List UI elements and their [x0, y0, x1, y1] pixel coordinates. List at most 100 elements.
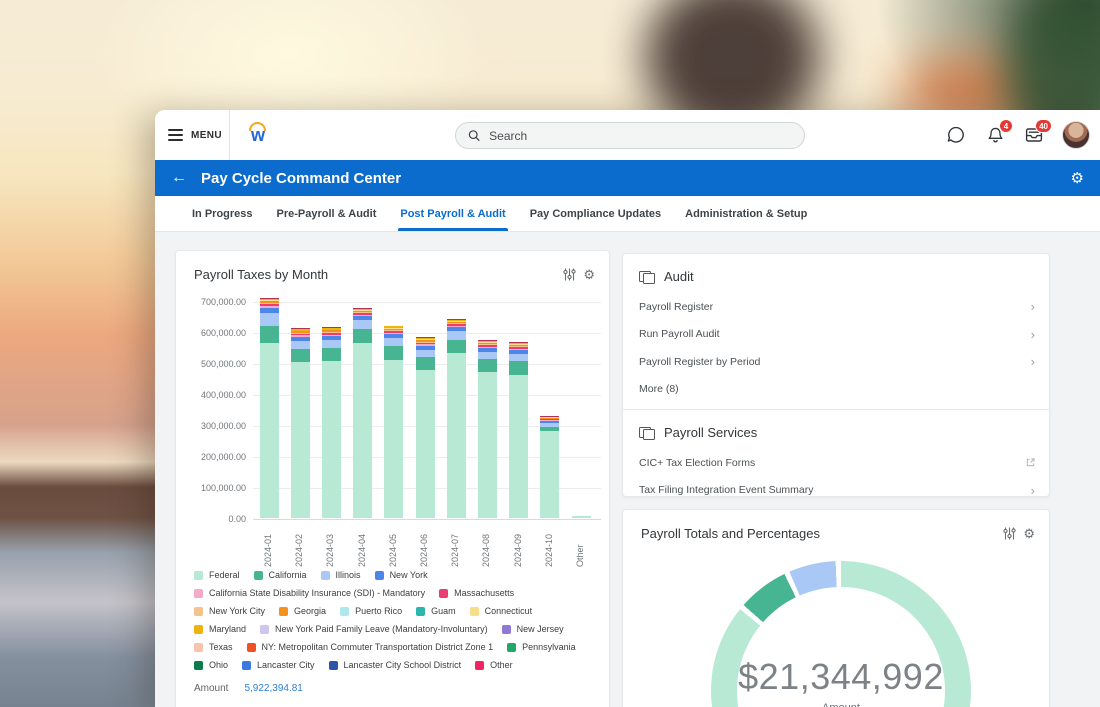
- stacked-bar-2024-04[interactable]: [353, 308, 372, 518]
- bar-segment-illinois: [353, 320, 372, 329]
- tab-post-payroll-audit[interactable]: Post Payroll & Audit: [400, 196, 505, 231]
- legend-swatch: [475, 661, 484, 670]
- y-tick-label: 700,000.00: [182, 297, 246, 308]
- stacked-bar-2024-02[interactable]: [291, 328, 310, 518]
- legend-swatch: [507, 643, 516, 652]
- y-tick-label: 400,000.00: [182, 390, 246, 401]
- legend-item-ohio[interactable]: Ohio: [194, 659, 228, 671]
- legend-item-new-york-city[interactable]: New York City: [194, 605, 265, 617]
- back-arrow-icon[interactable]: ←: [171, 170, 187, 186]
- legend-item-federal[interactable]: Federal: [194, 569, 240, 581]
- stacked-bar-2024-08[interactable]: [478, 340, 497, 518]
- notifications-button[interactable]: 4: [984, 124, 1006, 146]
- legend-swatch: [194, 571, 203, 580]
- y-axis: 700,000.00600,000.00500,000.00400,000.00…: [182, 299, 246, 519]
- legend-item-new-york[interactable]: New York: [375, 569, 428, 581]
- tab-pre-payroll-audit[interactable]: Pre-Payroll & Audit: [277, 196, 377, 231]
- legend-swatch: [439, 589, 448, 598]
- legend-swatch: [254, 571, 263, 580]
- bar-segment-california: [478, 359, 497, 372]
- inbox-button[interactable]: 40: [1023, 124, 1045, 146]
- menu-button[interactable]: MENU: [168, 123, 222, 147]
- header-gear-icon[interactable]: ⚙: [1071, 169, 1084, 187]
- chevron-right-icon: ›: [1031, 328, 1035, 341]
- legend-item-lancaster-city[interactable]: Lancaster City: [242, 659, 315, 671]
- payroll-totals-chart: $21,344,992 Amount: [623, 510, 1049, 707]
- bar-segment-federal: [478, 372, 497, 518]
- legend-item-new-york-paid-family-leave-mandatory-involuntary[interactable]: New York Paid Family Leave (Mandatory-In…: [260, 623, 488, 635]
- legend-item-georgia[interactable]: Georgia: [279, 605, 326, 617]
- legend-swatch: [279, 607, 288, 616]
- amount-row: Amount 5,922,394.81: [194, 683, 303, 694]
- legend-swatch: [247, 643, 256, 652]
- menu-item-label: Payroll Register: [639, 301, 713, 313]
- legend-label: Illinois: [336, 569, 361, 581]
- stacked-bar-2024-09[interactable]: [509, 342, 528, 518]
- bar-segment-illinois: [384, 338, 403, 346]
- stacked-bar-other[interactable]: [572, 516, 591, 518]
- legend-item-texas[interactable]: Texas: [194, 641, 233, 653]
- legend-item-puerto-rico[interactable]: Puerto Rico: [340, 605, 402, 617]
- bar-segment-illinois: [509, 354, 528, 361]
- bar-segment-federal: [384, 360, 403, 518]
- menu-item-cic-tax-election-forms[interactable]: CIC+ Tax Election Forms: [623, 449, 1049, 477]
- tab-pay-compliance-updates[interactable]: Pay Compliance Updates: [530, 196, 661, 231]
- section-title: Audit: [664, 269, 694, 284]
- legend-item-ny-metropolitan-commuter-transportation-district-zone-1[interactable]: NY: Metropolitan Commuter Transportation…: [247, 641, 494, 653]
- tab-administration-setup[interactable]: Administration & Setup: [685, 196, 807, 231]
- taxes-card-gear-icon[interactable]: ⚙: [583, 268, 595, 281]
- hamburger-icon: [168, 129, 183, 142]
- legend-item-pennsylvania[interactable]: Pennsylvania: [507, 641, 576, 653]
- menu-item-more-8[interactable]: More (8): [623, 376, 1049, 404]
- x-tick-label-2024-01: 2024-01: [263, 521, 275, 567]
- bar-segment-illinois: [447, 331, 466, 339]
- legend-item-california[interactable]: California: [254, 569, 307, 581]
- x-tick-label-2024-02: 2024-02: [294, 521, 306, 567]
- y-tick-label: 600,000.00: [182, 328, 246, 339]
- legend-label: Other: [490, 659, 513, 671]
- bar-segment-illinois: [416, 350, 435, 357]
- stacked-bar-2024-01[interactable]: [260, 298, 279, 518]
- legend-label: Georgia: [294, 605, 326, 617]
- legend-label: New York: [390, 569, 428, 581]
- section-header-payroll-services: Payroll Services: [623, 410, 1049, 449]
- x-tick-label-2024-04: 2024-04: [357, 521, 369, 567]
- bar-segment-california: [322, 348, 341, 361]
- legend-item-lancaster-city-school-district[interactable]: Lancaster City School District: [329, 659, 462, 671]
- y-tick-label: 300,000.00: [182, 421, 246, 432]
- menu-item-payroll-register-by-period[interactable]: Payroll Register by Period›: [623, 348, 1049, 376]
- legend-label: New Jersey: [517, 623, 564, 635]
- gridline: [253, 302, 601, 303]
- menu-item-payroll-register[interactable]: Payroll Register›: [623, 293, 1049, 321]
- legend-item-california-state-disability-insurance-sdi-mandatory[interactable]: California State Disability Insurance (S…: [194, 587, 425, 599]
- legend-item-massachusetts[interactable]: Massachusetts: [439, 587, 514, 599]
- legend-item-connecticut[interactable]: Connecticut: [470, 605, 533, 617]
- legend-item-other[interactable]: Other: [475, 659, 513, 671]
- tab-in-progress[interactable]: In Progress: [192, 196, 253, 231]
- search-bar[interactable]: [455, 122, 805, 149]
- stacked-bar-2024-07[interactable]: [447, 319, 466, 518]
- legend-item-maryland[interactable]: Maryland: [194, 623, 246, 635]
- bar-segment-federal: [416, 370, 435, 518]
- menu-item-tax-filing-integration-event-summary[interactable]: Tax Filing Integration Event Summary›: [623, 477, 1049, 505]
- legend-label: Puerto Rico: [355, 605, 402, 617]
- legend-item-guam[interactable]: Guam: [416, 605, 456, 617]
- stacked-bar-2024-10[interactable]: [540, 416, 559, 518]
- filter-settings-icon[interactable]: [563, 268, 576, 281]
- x-axis: 2024-012024-022024-032024-042024-052024-…: [253, 521, 601, 567]
- stacked-bar-2024-06[interactable]: [416, 337, 435, 518]
- stacked-bar-2024-05[interactable]: [384, 326, 403, 518]
- menu-item-run-payroll-audit[interactable]: Run Payroll Audit›: [623, 321, 1049, 349]
- chat-button[interactable]: [945, 124, 967, 146]
- profile-avatar[interactable]: [1062, 121, 1090, 149]
- search-input[interactable]: [489, 129, 792, 143]
- workday-logo[interactable]: w: [243, 118, 273, 152]
- chat-icon: [946, 125, 966, 145]
- bar-segment-california: [353, 329, 372, 343]
- amount-value-link[interactable]: 5,922,394.81: [244, 683, 302, 694]
- topbar-divider: [229, 110, 230, 160]
- legend-item-illinois[interactable]: Illinois: [321, 569, 361, 581]
- amount-label: Amount: [194, 683, 228, 694]
- stacked-bar-2024-03[interactable]: [322, 327, 341, 518]
- legend-item-new-jersey[interactable]: New Jersey: [502, 623, 564, 635]
